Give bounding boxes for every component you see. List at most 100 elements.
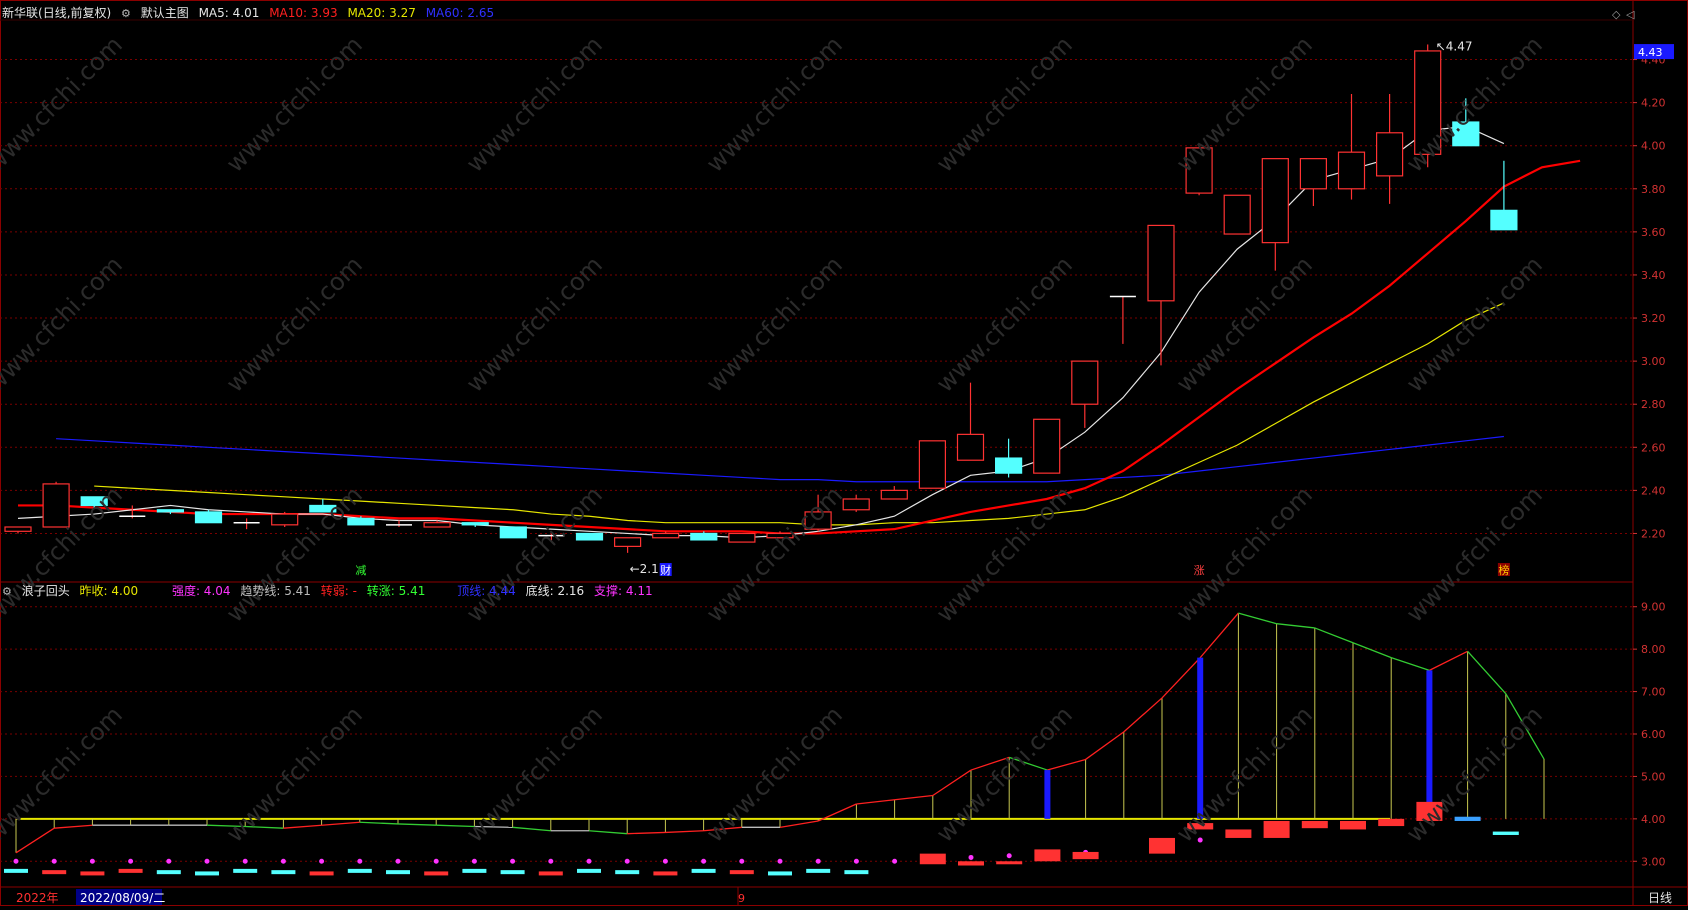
sub-candle (1416, 801, 1443, 821)
price-tick-label: 2.20 (1641, 527, 1666, 540)
candle-body (918, 440, 947, 489)
flow-bar (42, 870, 67, 875)
candle-body (1261, 158, 1289, 244)
template-name[interactable]: 默认主图 (141, 6, 189, 20)
candle-body (271, 513, 299, 526)
support-label: 支撑: 4.11 (594, 584, 653, 598)
strength-dot (968, 854, 974, 860)
trend-segment (1314, 627, 1354, 644)
sub-candle (919, 853, 946, 865)
sub-tick-label: 3.00 (1641, 855, 1666, 868)
flow-bar (271, 870, 296, 875)
top-line-label: 顶线: 4.44 (457, 584, 516, 598)
chart-mode[interactable]: (日线,前复权) (38, 6, 111, 20)
stock-name[interactable]: 新华联 (2, 6, 38, 20)
trend-segment (512, 826, 551, 832)
strength-dot (395, 858, 401, 864)
candle-body (613, 537, 642, 547)
trend-segment (1238, 612, 1277, 625)
event-marker: 涨 (1194, 564, 1205, 577)
sub-tick-label: 9.00 (1641, 601, 1666, 614)
strength-dot (892, 858, 898, 864)
flow-bar (500, 870, 525, 875)
trend-segment (436, 824, 475, 828)
sub-tick-label: 8.00 (1641, 643, 1666, 656)
candle-body (956, 433, 985, 461)
settings-gear-icon[interactable]: ⚙ (121, 7, 131, 20)
candle-body (1033, 418, 1061, 474)
trend-segment (15, 827, 55, 854)
candle-body (842, 498, 870, 511)
top-signal-bar (1044, 770, 1051, 819)
strength-dot (128, 858, 134, 864)
chart-svg[interactable]: 4.404.204.003.803.603.403.203.002.802.60… (0, 0, 1688, 906)
event-marker: 财 (660, 563, 671, 577)
sub-candle (996, 861, 1023, 865)
trend-segment (588, 830, 628, 835)
candle-body (1490, 209, 1518, 231)
strength-dot (433, 858, 439, 864)
trend-segment (1199, 612, 1239, 659)
candle-body (499, 526, 527, 539)
trend-segment (932, 769, 972, 797)
trend-segment (970, 756, 1010, 771)
price-tick-label: 4.00 (1641, 140, 1666, 153)
strength-dot (739, 858, 745, 864)
trend-segment (1352, 642, 1392, 659)
flow-bar (806, 868, 831, 873)
sub-chart-header: ⚙ 浪子回头 昨收: 4.00 强度: 4.04 趋势线: 5.41 转弱: -… (2, 582, 659, 600)
candle-body (1452, 121, 1480, 147)
candle-body (80, 496, 108, 507)
chart-stage: www.cfchi.com www.cfchi.com www.cfchi.com w… (0, 0, 1688, 906)
month-label: 9 (738, 892, 745, 905)
strength-dot (548, 858, 554, 864)
ma20-label: MA20: 3.27 (347, 6, 416, 20)
trend-segment (1047, 758, 1086, 771)
trend-segment (627, 831, 666, 835)
sub-settings-gear-icon[interactable]: ⚙ (2, 585, 12, 598)
candle-body (575, 532, 604, 541)
sub-tick-label: 5.00 (1641, 770, 1666, 783)
strength-dot (701, 858, 707, 864)
price-tick-label: 3.60 (1641, 226, 1666, 239)
candle-body (690, 532, 718, 541)
trend-segment (856, 799, 895, 805)
period-button[interactable]: 日线 (1648, 891, 1672, 905)
ma60-label: MA60: 2.65 (425, 6, 495, 20)
candle-body (804, 511, 832, 530)
trend-segment (779, 820, 819, 828)
ma10-label: MA10: 3.93 (269, 6, 338, 20)
price-tick-label: 3.20 (1641, 312, 1666, 325)
trend-segment (1390, 657, 1430, 671)
ma20-line (94, 302, 1505, 526)
price-tick-label: 2.40 (1641, 484, 1666, 497)
candle-body (994, 457, 1023, 474)
trend-segment (665, 830, 704, 834)
candle-body (423, 522, 451, 528)
candle-body (194, 511, 223, 524)
trend-label: 趋势线: 5.41 (240, 584, 311, 598)
strength-dot (166, 858, 172, 864)
strength-dot (510, 858, 516, 864)
strength-dot (1197, 837, 1203, 843)
indicator-name[interactable]: 浪子回头 (22, 584, 70, 598)
flow-bar (577, 868, 601, 873)
flow-bar (424, 871, 449, 876)
candle-body (1375, 132, 1404, 177)
event-marker: 减 (355, 564, 366, 577)
candle-body (728, 532, 756, 543)
candle-body (652, 532, 680, 539)
strength-dot (51, 858, 57, 864)
sub-candle (1340, 820, 1366, 830)
strength-dot (777, 858, 783, 864)
candle-body (1337, 151, 1366, 190)
trend-segment (1429, 650, 1468, 671)
trend-segment (1123, 697, 1163, 733)
strength-dot (586, 858, 592, 864)
sub-candle (1301, 820, 1328, 829)
trend-segment (1008, 756, 1048, 771)
price-tick-label: 4.20 (1641, 97, 1666, 110)
trend-segment (206, 824, 246, 828)
strength-dot (357, 858, 363, 864)
sub-candle (1034, 849, 1061, 862)
